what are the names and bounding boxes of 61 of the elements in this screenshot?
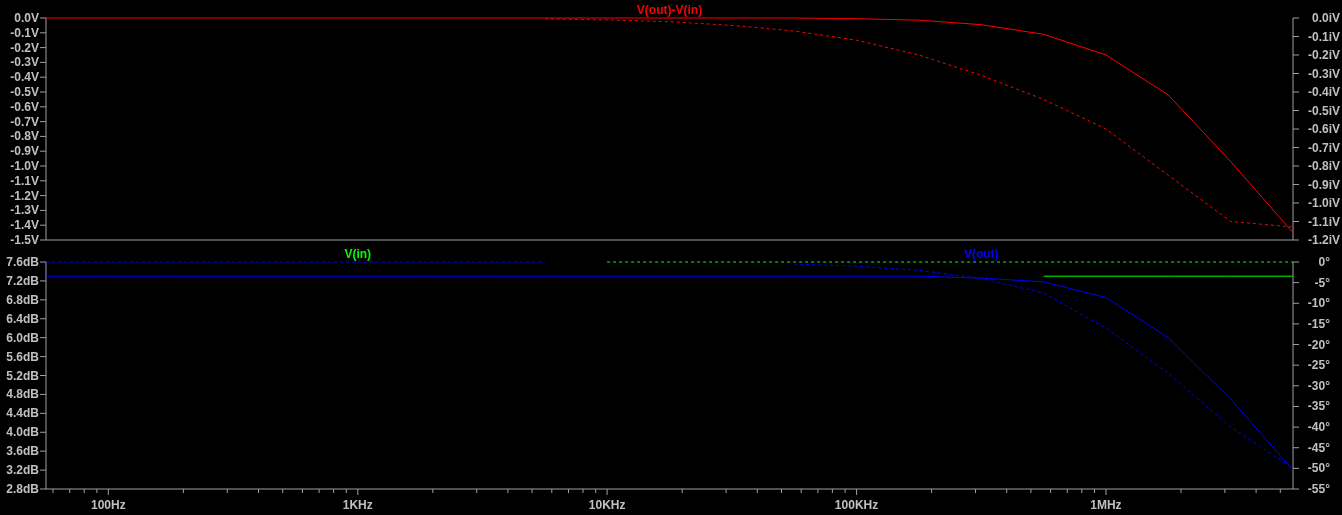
axis-label: -0.2V [10, 40, 39, 55]
axis-label: -0.9V [10, 144, 39, 159]
axis-label: -50° [1307, 461, 1330, 476]
axis-label: -0.5V [10, 85, 39, 99]
trace-label[interactable]: V(out)-V(in) [636, 3, 703, 17]
axis-label: 3.6dB [6, 444, 39, 459]
axis-label: -0.4V [10, 70, 39, 85]
axis-label: -1.1iV [1308, 214, 1340, 229]
axis-label: -0.7V [10, 114, 39, 129]
axis-label: 6.0dB [6, 330, 39, 345]
axis-label: 6.8dB [6, 292, 39, 307]
trace-label[interactable]: V(in) [344, 247, 372, 261]
axis-label: -0.5iV [1308, 103, 1340, 118]
axis-label: 4.4dB [6, 406, 39, 421]
axis-label: 4.0dB [6, 425, 39, 440]
axis-label: 5.2dB [6, 368, 39, 383]
axis-label: -0.8V [10, 129, 39, 144]
axis-label: -0.6iV [1308, 122, 1340, 136]
axis-label: -55° [1307, 482, 1330, 496]
axis-label: -1.0V [10, 159, 39, 173]
axis-label: -40° [1307, 420, 1330, 435]
axis-label: -45° [1307, 440, 1330, 455]
axis-label: -1.0iV [1308, 196, 1340, 210]
axis-label: -1.2iV [1308, 233, 1340, 246]
axis-label: -15° [1307, 316, 1330, 331]
axis-label: 10KHz [588, 498, 626, 512]
axis-label: 0.0V [14, 11, 39, 25]
axis-label: 5.6dB [6, 349, 39, 364]
axis-label: 100Hz [91, 498, 126, 512]
axis-label: -1.3V [10, 203, 39, 218]
axis-label: 100KHz [834, 498, 879, 512]
axis-label: 3.2dB [6, 463, 39, 478]
axis-label: 2.8dB [6, 482, 39, 496]
axis-label: -35° [1307, 399, 1330, 414]
axis-label: -0.3iV [1308, 66, 1340, 81]
axis-label: -0.6V [10, 99, 39, 114]
axis-label: 4.8dB [6, 387, 39, 402]
axis-label: -0.2iV [1308, 48, 1340, 62]
axis-label: -10° [1307, 296, 1330, 311]
axis-label: -0.7iV [1308, 140, 1340, 155]
axis-label: 1MHz [1090, 498, 1122, 512]
axis-label: -1.2V [10, 188, 39, 203]
axis-label: -1.1V [10, 173, 39, 188]
axis-label: -0.3V [10, 55, 39, 70]
axis-label: -1.5V [10, 233, 39, 246]
axis-label: -0.9iV [1308, 177, 1340, 192]
axis-label: 0° [1318, 255, 1330, 269]
axis-label: 7.6dB [6, 255, 39, 269]
axis-label: -0.1iV [1308, 29, 1340, 44]
axis-label: 0.0iV [1311, 11, 1340, 25]
axis-label: -20° [1307, 337, 1330, 352]
axis-label: -0.1V [10, 25, 39, 40]
axis-label: 1KHz [342, 498, 373, 512]
axis-label: -0.4iV [1308, 85, 1340, 99]
axis-label: -25° [1307, 358, 1330, 373]
axis-label: 7.2dB [6, 273, 39, 288]
axis-label: -0.8iV [1308, 159, 1340, 173]
axis-label: -5° [1314, 275, 1330, 290]
axis-label: -1.4V [10, 218, 39, 233]
axis-label: -30° [1307, 378, 1330, 393]
axis-label: 6.4dB [6, 311, 39, 326]
